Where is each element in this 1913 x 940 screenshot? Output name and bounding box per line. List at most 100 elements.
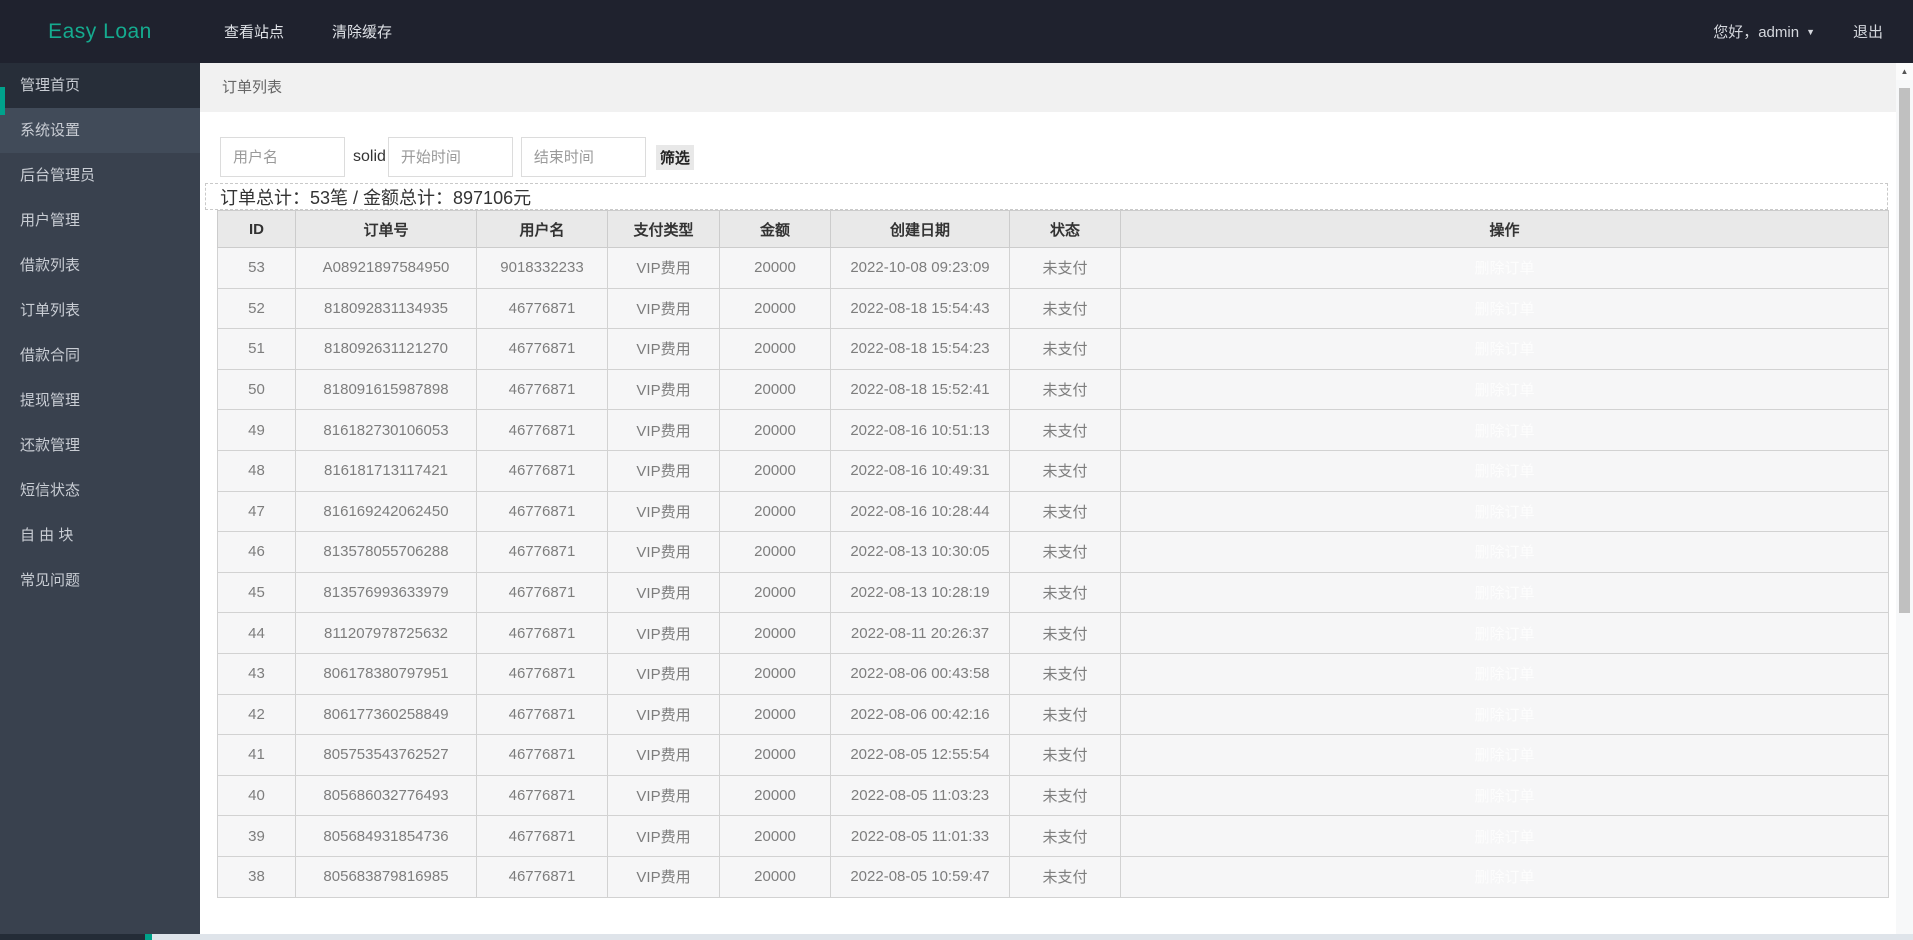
cell-created: 2022-08-05 11:01:33 — [830, 815, 1010, 857]
delete-order-button[interactable]: 删除订单 — [1474, 666, 1534, 683]
start-time-input[interactable] — [387, 137, 513, 177]
cell-username: 46776871 — [476, 409, 608, 451]
main-content: 订单列表 solid 筛选 订单总计：53笔 / 金额总计：897106元 ID… — [200, 63, 1896, 934]
logout-button[interactable]: 退出 — [1853, 21, 1883, 42]
table-row: 53 A08921897584950 9018332233 VIP费用 20000 202… — [217, 247, 1889, 289]
cell-id: 46 — [217, 531, 296, 573]
status-badge: 未支付 — [1009, 774, 1121, 817]
cell-order-no: 816181713117421 — [295, 449, 477, 492]
table-row: 42 806177360258849 46776871 VIP费用 20000 2022-… — [217, 693, 1889, 736]
column-header: 金额 — [719, 210, 831, 248]
delete-order-button[interactable]: 删除订单 — [1474, 707, 1534, 724]
cell-operation: 删除订单 — [1120, 612, 1889, 654]
cell-created: 2022-08-16 10:28:44 — [830, 490, 1010, 533]
cell-operation: 删除订单 — [1120, 652, 1889, 695]
delete-order-button[interactable]: 删除订单 — [1474, 504, 1534, 521]
sidebar-item[interactable]: 还款管理 — [0, 423, 200, 468]
end-time-input[interactable] — [520, 137, 646, 177]
cell-pay-type: VIP费用 — [607, 368, 720, 411]
cell-amount: 20000 — [719, 734, 831, 776]
sidebar-item[interactable]: 系统设置 — [0, 108, 200, 153]
bottom-edge-teal-segment — [145, 934, 152, 940]
orders-tbody: 53 A08921897584950 9018332233 VIP费用 20000 202… — [217, 247, 1889, 898]
cell-created: 2022-08-06 00:43:58 — [830, 652, 1010, 695]
cell-pay-type: VIP费用 — [607, 247, 720, 289]
vertical-scrollbar[interactable]: ▲ — [1896, 63, 1913, 934]
delete-order-button[interactable]: 删除订单 — [1474, 260, 1534, 277]
user-dropdown[interactable]: 您好，admin ▼ — [1713, 21, 1815, 42]
column-header: 用户名 — [476, 210, 608, 248]
cell-id: 48 — [217, 449, 296, 492]
cell-pay-type: VIP费用 — [607, 328, 720, 370]
cell-pay-type: VIP费用 — [607, 693, 720, 736]
sidebar-item[interactable]: 短信状态 — [0, 468, 200, 513]
status-badge: 未支付 — [1009, 734, 1121, 776]
cell-id: 44 — [217, 612, 296, 654]
cell-order-no: 816182730106053 — [295, 409, 477, 451]
sidebar-item[interactable]: 提现管理 — [0, 378, 200, 423]
column-header: ID — [217, 210, 296, 248]
page-title: 订单列表 — [200, 63, 1896, 112]
cell-operation: 删除订单 — [1120, 693, 1889, 736]
sidebar-item[interactable]: 借款列表 — [0, 243, 200, 288]
sidebar-item[interactable]: 借款合同 — [0, 333, 200, 378]
cell-created: 2022-08-18 15:54:43 — [830, 287, 1010, 330]
status-badge: 未支付 — [1009, 855, 1121, 898]
username-input[interactable] — [220, 137, 345, 177]
delete-order-button[interactable]: 删除订单 — [1474, 585, 1534, 602]
sidebar: 管理首页 系统设置 后台管理员 用户管理 借款列表 订单列表 借款合同 提现管理 还款管理 短信状… — [0, 63, 200, 934]
scroll-up-arrow-icon[interactable]: ▲ — [1896, 63, 1913, 80]
delete-order-button[interactable]: 删除订单 — [1474, 829, 1534, 846]
top-menu-clear-cache[interactable]: 清除缓存 — [308, 21, 416, 42]
delete-order-button[interactable]: 删除订单 — [1474, 341, 1534, 358]
delete-order-button[interactable]: 删除订单 — [1474, 544, 1534, 561]
delete-order-button[interactable]: 删除订单 — [1474, 869, 1534, 886]
cell-username: 46776871 — [476, 652, 608, 695]
cell-amount: 20000 — [719, 409, 831, 451]
sidebar-menu: 管理首页 系统设置 后台管理员 用户管理 借款列表 订单列表 借款合同 提现管理 还款管理 短信状… — [0, 63, 200, 603]
delete-order-button[interactable]: 删除订单 — [1474, 423, 1534, 440]
cell-order-no: 805686032776493 — [295, 774, 477, 817]
cell-amount: 20000 — [719, 612, 831, 654]
cell-amount: 20000 — [719, 531, 831, 573]
sidebar-item[interactable]: 订单列表 — [0, 288, 200, 333]
cell-operation: 删除订单 — [1120, 815, 1889, 857]
status-badge: 未支付 — [1009, 247, 1121, 289]
sidebar-item[interactable]: 用户管理 — [0, 198, 200, 243]
table-row: 41 805753543762527 46776871 VIP费用 20000 2022-… — [217, 734, 1889, 776]
table-row: 38 805683879816985 46776871 VIP费用 20000 2022-… — [217, 855, 1889, 898]
delete-order-button[interactable]: 删除订单 — [1474, 301, 1534, 318]
cell-id: 47 — [217, 490, 296, 533]
sidebar-item[interactable]: 常见问题 — [0, 558, 200, 603]
delete-order-button[interactable]: 删除订单 — [1474, 382, 1534, 399]
cell-username: 46776871 — [476, 490, 608, 533]
cell-id: 50 — [217, 368, 296, 411]
cell-username: 46776871 — [476, 328, 608, 370]
delete-order-button[interactable]: 删除订单 — [1474, 788, 1534, 805]
cell-created: 2022-08-16 10:49:31 — [830, 449, 1010, 492]
sidebar-item[interactable]: 后台管理员 — [0, 153, 200, 198]
cell-operation: 删除订单 — [1120, 734, 1889, 776]
filter-submit-button[interactable]: 筛选 — [655, 144, 694, 170]
cell-operation: 删除订单 — [1120, 774, 1889, 817]
greeting-text: 您好，admin — [1713, 24, 1800, 41]
cell-created: 2022-08-11 20:26:37 — [830, 612, 1010, 654]
top-menu-view-site[interactable]: 查看站点 — [200, 21, 308, 42]
cell-pay-type: VIP费用 — [607, 571, 720, 614]
delete-order-button[interactable]: 删除订单 — [1474, 463, 1534, 480]
sidebar-item[interactable]: 管理首页 — [0, 63, 200, 108]
table-row: 48 816181713117421 46776871 VIP费用 20000 2022-… — [217, 449, 1889, 492]
cell-operation: 删除订单 — [1120, 490, 1889, 533]
sidebar-item[interactable]: 自 由 块 — [0, 513, 200, 558]
status-badge: 未支付 — [1009, 571, 1121, 614]
cell-username: 46776871 — [476, 571, 608, 614]
cell-operation: 删除订单 — [1120, 368, 1889, 411]
delete-order-button[interactable]: 删除订单 — [1474, 626, 1534, 643]
cell-operation: 删除订单 — [1120, 328, 1889, 370]
table-row: 51 818092631121270 46776871 VIP费用 20000 2022-… — [217, 328, 1889, 370]
cell-operation: 删除订单 — [1120, 247, 1889, 289]
scrollbar-thumb[interactable] — [1899, 88, 1910, 613]
active-item-indicator — [0, 87, 5, 115]
cell-operation: 删除订单 — [1120, 531, 1889, 573]
delete-order-button[interactable]: 删除订单 — [1474, 747, 1534, 764]
